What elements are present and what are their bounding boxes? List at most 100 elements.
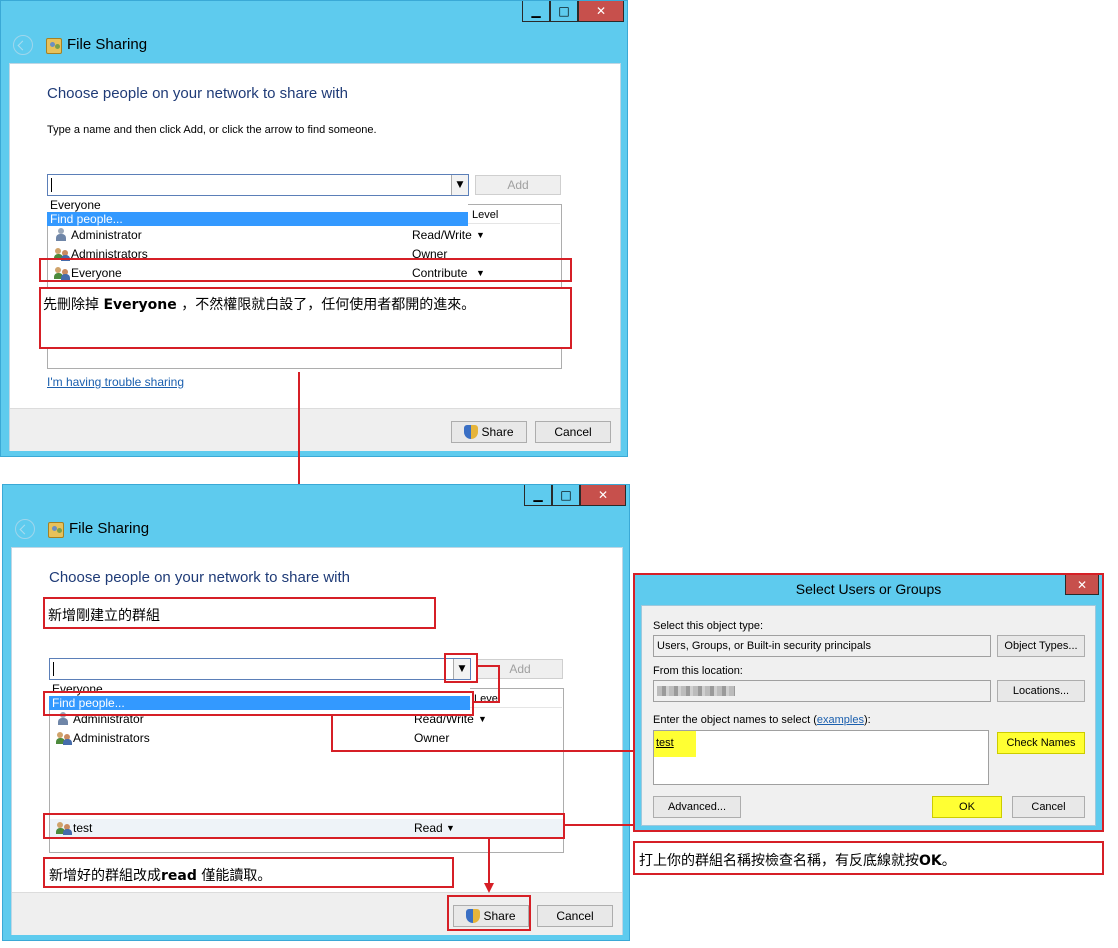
level-dropdown-arrow-icon[interactable]: ▼ xyxy=(476,226,485,244)
top-note-suffix: ，不然權限就白設了，任何使用者都開的進來。 xyxy=(176,297,476,313)
instruction-text: Type a name and then click Add, or click… xyxy=(47,124,377,136)
add-button[interactable]: Add xyxy=(477,659,563,679)
uac-shield-icon xyxy=(464,425,479,439)
check-names-button[interactable]: Check Names xyxy=(997,732,1085,754)
dialog-close-button[interactable]: ✕ xyxy=(1065,575,1099,595)
top-note-text: 先刪除掉 Everyone ，不然權限就白設了，任何使用者都開的進來。 xyxy=(43,294,475,314)
top-note-bold: Everyone xyxy=(103,297,177,313)
top-client-area: Choose people on your network to share w… xyxy=(9,63,621,451)
file-sharing-icon xyxy=(46,38,62,54)
share-button-label: Share xyxy=(481,425,514,439)
ok-button[interactable]: OK xyxy=(932,796,1002,818)
column-header-level[interactable]: Level xyxy=(470,690,562,708)
minimize-button[interactable]: ▁ xyxy=(522,1,550,22)
names-label-suffix: ): xyxy=(863,714,871,726)
top-note-box: 先刪除掉 Everyone ，不然權限就白設了，任何使用者都開的進來。 xyxy=(39,287,572,349)
text-caret xyxy=(51,178,52,192)
names-label-prefix: Enter the object names to select ( xyxy=(653,714,817,726)
connector-test-down xyxy=(488,839,490,883)
dialog-cancel-button[interactable]: Cancel xyxy=(1012,796,1085,818)
read-note-prefix: 新增好的群組改成 xyxy=(49,868,161,884)
advanced-button[interactable]: Advanced... xyxy=(653,796,741,818)
close-button[interactable]: ✕ xyxy=(578,1,624,22)
user-icon xyxy=(54,228,68,242)
group-icon xyxy=(56,731,72,745)
top-note-prefix: 先刪除掉 xyxy=(43,297,104,313)
level-dropdown-arrow-icon[interactable]: ▼ xyxy=(478,710,487,728)
row-name: Administrators xyxy=(73,731,150,745)
names-value: test xyxy=(656,737,674,749)
connector-arrow-right xyxy=(478,665,500,667)
top-footer: Share Cancel xyxy=(10,408,620,451)
name-combobox[interactable]: ▼ xyxy=(49,658,471,680)
object-type-label: Select this object type: xyxy=(653,620,764,632)
maximize-button[interactable]: □ xyxy=(552,485,580,506)
combo-dropdown-list: Everyone Find people... xyxy=(47,198,468,226)
top-file-sharing-window: ▁ □ ✕ File Sharing Choose people on your… xyxy=(0,0,628,457)
close-button[interactable]: ✕ xyxy=(580,485,626,506)
row-level: Owner xyxy=(414,731,450,745)
names-label: Enter the object names to select (exampl… xyxy=(653,714,871,726)
add-group-note-text: 新增剛建立的群組 xyxy=(48,608,160,624)
window-title: File Sharing xyxy=(69,520,150,537)
maximize-button[interactable]: □ xyxy=(550,1,578,22)
trouble-sharing-link[interactable]: I'm having trouble sharing xyxy=(47,375,184,389)
read-note-box: 新增好的群組改成read 僅能讀取。 xyxy=(43,857,454,888)
back-arrow-icon[interactable] xyxy=(13,35,33,55)
add-button[interactable]: Add xyxy=(475,175,561,195)
dialog-note-text: 打上你的群組名稱按檢查名稱，有反底線就按OK。 xyxy=(639,850,956,870)
dialog-body: Select this object type: Users, Groups, … xyxy=(641,605,1096,826)
names-value-highlight: test xyxy=(654,731,696,757)
dialog-note-suffix: 。 xyxy=(941,853,956,869)
window-title: File Sharing xyxy=(67,36,148,53)
page-heading: Choose people on your network to share w… xyxy=(47,85,349,102)
object-types-button[interactable]: Object Types... xyxy=(997,635,1085,657)
object-type-field: Users, Groups, or Built-in security prin… xyxy=(653,635,991,657)
dialog-note-prefix: 打上你的群組名稱按檢查名稱，有反底線就按 xyxy=(639,853,919,869)
locations-button[interactable]: Locations... xyxy=(997,680,1085,702)
file-sharing-icon xyxy=(48,522,64,538)
everyone-row-highlight xyxy=(39,258,572,282)
option-find-people[interactable]: Find people... xyxy=(47,212,468,226)
share-button[interactable]: Share xyxy=(451,421,527,443)
chevron-down-icon[interactable]: ▼ xyxy=(451,175,468,195)
connector-find-right xyxy=(331,750,638,752)
connector-test-right xyxy=(565,824,634,826)
blurred-location-value xyxy=(657,686,735,696)
page-heading: Choose people on your network to share w… xyxy=(49,569,351,586)
name-combobox[interactable]: ▼ xyxy=(47,174,469,196)
add-group-note-box: 新增剛建立的群組 xyxy=(43,597,436,629)
names-textarea[interactable]: test xyxy=(653,730,989,785)
connector-find-down xyxy=(331,716,333,752)
cancel-button[interactable]: Cancel xyxy=(535,421,611,443)
combo-arrow-highlight xyxy=(444,653,478,683)
back-arrow-icon[interactable] xyxy=(15,519,35,539)
list-item-administrator[interactable]: Administrator Read/Write ▼ xyxy=(48,226,561,244)
location-field xyxy=(653,680,991,702)
list-item-administrators[interactable]: Administrators Owner xyxy=(50,729,563,747)
read-note-bold: read xyxy=(161,868,197,884)
read-note-suffix: 僅能讀取。 xyxy=(196,868,272,884)
find-people-highlight xyxy=(43,691,474,716)
dialog-note-bold: OK xyxy=(919,853,942,869)
dialog-title: Select Users or Groups xyxy=(795,581,942,597)
row-level: Read/Write xyxy=(412,228,472,242)
row-name: Administrator xyxy=(71,228,142,242)
examples-link[interactable]: examples xyxy=(817,714,864,726)
select-users-dialog: Select Users or Groups ✕ Select this obj… xyxy=(633,573,1104,832)
bottom-caption-buttons: ▁ □ ✕ xyxy=(524,485,626,506)
connector-arrow-down xyxy=(498,665,500,703)
connector-line-vertical xyxy=(298,372,300,500)
dialog-note-box: 打上你的群組名稱按檢查名稱，有反底線就按OK。 xyxy=(633,841,1104,875)
column-header-level[interactable]: Level xyxy=(468,206,560,224)
connector-to-find xyxy=(474,701,500,703)
share-button-highlight xyxy=(447,895,531,931)
location-label: From this location: xyxy=(653,665,743,677)
cancel-button[interactable]: Cancel xyxy=(537,905,613,927)
top-caption-buttons: ▁ □ ✕ xyxy=(522,1,624,22)
minimize-button[interactable]: ▁ xyxy=(524,485,552,506)
text-caret xyxy=(53,662,54,676)
test-row-highlight xyxy=(43,813,565,839)
read-note-text: 新增好的群組改成read 僅能讀取。 xyxy=(49,865,271,885)
option-everyone[interactable]: Everyone xyxy=(47,198,468,212)
